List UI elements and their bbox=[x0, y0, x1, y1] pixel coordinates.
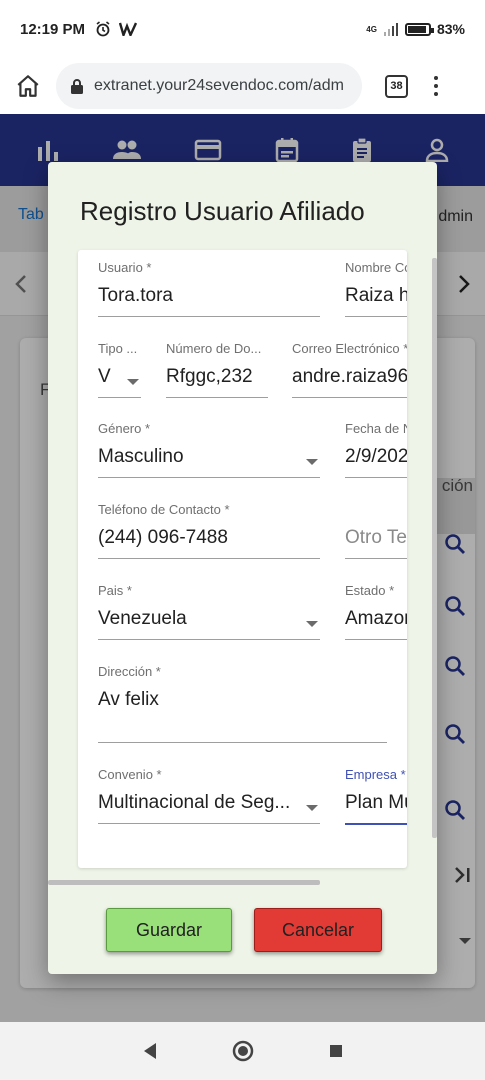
tipo-select[interactable]: Tipo ... V bbox=[98, 341, 141, 398]
registration-dialog: Registro Usuario Afiliado Usuario * Tora… bbox=[48, 162, 437, 974]
usuario-field[interactable]: Usuario * Tora.tora bbox=[98, 260, 320, 317]
direccion-textarea[interactable]: Dirección * Av felix bbox=[98, 664, 387, 743]
home-icon[interactable] bbox=[0, 73, 56, 99]
otro-telefono-field[interactable]: Otro Teléfo bbox=[345, 502, 407, 559]
registration-form: Usuario * Tora.tora Nombre Compl Raiza h… bbox=[78, 250, 407, 868]
tab-switcher-button[interactable]: 38 bbox=[385, 74, 408, 98]
fecha-nacimiento-field[interactable]: Fecha de Nacin 2/9/2021 bbox=[345, 421, 407, 478]
chevron-down-icon bbox=[306, 459, 318, 465]
battery-icon bbox=[404, 22, 434, 36]
url-text: extranet.your24sevendoc.com/adm bbox=[94, 77, 344, 94]
lock-icon bbox=[70, 78, 84, 94]
form-horizontal-scrollbar[interactable] bbox=[48, 880, 320, 885]
convenio-select[interactable]: Convenio * Multinacional de Seg... bbox=[98, 767, 320, 824]
battery-percent: 83% bbox=[436, 21, 465, 37]
nombre-field[interactable]: Nombre Compl Raiza herm bbox=[345, 260, 407, 317]
cancel-button[interactable]: Cancelar bbox=[254, 908, 382, 952]
chevron-down-icon bbox=[127, 379, 139, 385]
estado-select[interactable]: Estado * Amazonas bbox=[345, 583, 407, 640]
browser-toolbar: extranet.your24sevendoc.com/adm 38 bbox=[0, 58, 485, 114]
status-bar: 12:19 PM 4G 83% bbox=[0, 0, 485, 58]
save-button[interactable]: Guardar bbox=[106, 908, 232, 952]
back-icon[interactable] bbox=[142, 1042, 158, 1060]
system-navigation-bar bbox=[0, 1022, 485, 1080]
form-vertical-scrollbar[interactable] bbox=[432, 258, 437, 838]
chevron-down-icon bbox=[306, 805, 318, 811]
status-time: 12:19 PM bbox=[20, 20, 86, 38]
genero-select[interactable]: Género * Masculino bbox=[98, 421, 320, 478]
network-label: 4G bbox=[366, 24, 377, 34]
recents-icon[interactable] bbox=[328, 1043, 344, 1059]
w-app-icon bbox=[119, 22, 138, 36]
more-options-icon[interactable] bbox=[434, 76, 438, 96]
correo-field[interactable]: Correo Electrónico * andre.raiza96@g bbox=[292, 341, 407, 398]
dialog-actions: Guardar Cancelar bbox=[48, 908, 437, 956]
empresa-select[interactable]: Empresa * Plan Multi bbox=[345, 767, 407, 825]
telefono-field[interactable]: Teléfono de Contacto * (244) 096-7488 bbox=[98, 502, 320, 559]
signal-icon bbox=[383, 23, 398, 36]
numero-documento-field[interactable]: Número de Do... Rfggc,232 bbox=[166, 341, 268, 398]
chevron-down-icon bbox=[306, 621, 318, 627]
home-circle-icon[interactable] bbox=[232, 1040, 254, 1062]
pais-select[interactable]: Pais * Venezuela bbox=[98, 583, 320, 640]
alarm-icon bbox=[96, 21, 110, 37]
address-bar[interactable]: extranet.your24sevendoc.com/adm bbox=[56, 63, 362, 109]
dialog-title: Registro Usuario Afiliado bbox=[80, 196, 365, 226]
